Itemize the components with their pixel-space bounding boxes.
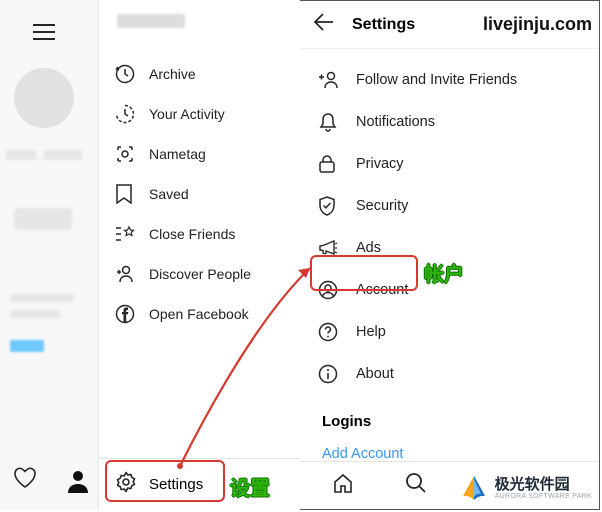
shield-icon bbox=[318, 196, 344, 216]
blurred-text bbox=[10, 294, 74, 302]
heart-icon[interactable] bbox=[12, 465, 38, 494]
settings-item-about[interactable]: About bbox=[300, 353, 599, 395]
menu-label: Close Friends bbox=[149, 226, 235, 242]
menu-label: Open Facebook bbox=[149, 306, 249, 322]
archive-icon bbox=[115, 64, 141, 84]
activity-icon bbox=[115, 104, 141, 124]
settings-label: About bbox=[356, 366, 394, 382]
settings-item-privacy[interactable]: Privacy bbox=[300, 143, 599, 185]
logo-text-en: AURORA SOFTWARE PARK bbox=[495, 493, 592, 500]
left-screenshot: Archive Your Activity Nametag Saved bbox=[0, 0, 300, 510]
menu-item-activity[interactable]: Your Activity bbox=[99, 94, 300, 134]
menu-list: Archive Your Activity Nametag Saved bbox=[99, 48, 300, 340]
home-icon[interactable] bbox=[332, 472, 354, 499]
menu-item-nametag[interactable]: Nametag bbox=[99, 134, 300, 174]
blurred-stat bbox=[44, 150, 82, 160]
blurred-stat bbox=[6, 150, 36, 160]
menu-item-discover[interactable]: Discover People bbox=[99, 254, 300, 294]
hamburger-icon[interactable] bbox=[33, 24, 55, 45]
settings-title: Settings bbox=[352, 16, 415, 34]
settings-label: Privacy bbox=[356, 156, 404, 172]
settings-label: Security bbox=[356, 198, 408, 214]
logo-text-cn: 极光软件园 bbox=[495, 477, 592, 493]
close-friends-icon bbox=[115, 224, 141, 244]
settings-item-invite[interactable]: Follow and Invite Friends bbox=[300, 59, 599, 101]
discover-icon bbox=[115, 264, 141, 284]
megaphone-icon bbox=[318, 239, 344, 257]
settings-label: Account bbox=[356, 282, 408, 298]
menu-item-archive[interactable]: Archive bbox=[99, 54, 300, 94]
menu-label: Archive bbox=[149, 66, 196, 82]
lock-icon bbox=[318, 154, 344, 174]
settings-label: Ads bbox=[356, 240, 381, 256]
avatar[interactable] bbox=[14, 68, 74, 128]
search-icon[interactable] bbox=[405, 472, 427, 499]
watermark-text: livejinju.com bbox=[483, 14, 592, 35]
site-logo-watermark: 极光软件园 AURORA SOFTWARE PARK bbox=[455, 472, 596, 506]
menu-item-facebook[interactable]: Open Facebook bbox=[99, 294, 300, 334]
username-blurred bbox=[117, 14, 185, 28]
settings-label: Help bbox=[356, 324, 386, 340]
hamburger-menu-panel: Archive Your Activity Nametag Saved bbox=[98, 0, 300, 510]
invite-icon bbox=[318, 70, 344, 90]
nametag-icon bbox=[115, 144, 141, 164]
right-screenshot: Settings Follow and Invite Friends Notif… bbox=[300, 0, 600, 510]
blurred-text bbox=[10, 310, 60, 318]
menu-header bbox=[99, 0, 300, 48]
blurred-button bbox=[14, 208, 72, 230]
menu-label: Nametag bbox=[149, 146, 206, 162]
info-icon bbox=[318, 364, 344, 384]
facebook-icon bbox=[115, 304, 141, 324]
settings-label: Settings bbox=[149, 476, 203, 493]
settings-item-notifications[interactable]: Notifications bbox=[300, 101, 599, 143]
annotation-label-account: 帐户 bbox=[424, 258, 464, 287]
menu-label: Discover People bbox=[149, 266, 251, 282]
profile-nav-icon[interactable] bbox=[67, 469, 89, 498]
blurred-link bbox=[10, 340, 44, 352]
help-icon bbox=[318, 322, 344, 342]
bell-icon bbox=[318, 112, 344, 132]
annotation-label-settings: 设置 bbox=[230, 472, 270, 501]
saved-icon bbox=[115, 184, 141, 204]
gear-icon bbox=[115, 471, 141, 498]
settings-item-help[interactable]: Help bbox=[300, 311, 599, 353]
menu-item-close-friends[interactable]: Close Friends bbox=[99, 214, 300, 254]
account-icon bbox=[318, 280, 344, 300]
settings-label: Notifications bbox=[356, 114, 435, 130]
menu-label: Your Activity bbox=[149, 106, 225, 122]
back-icon[interactable] bbox=[314, 13, 338, 36]
logins-header: Logins bbox=[300, 395, 599, 436]
menu-item-saved[interactable]: Saved bbox=[99, 174, 300, 214]
settings-item-security[interactable]: Security bbox=[300, 185, 599, 227]
menu-label: Saved bbox=[149, 186, 189, 202]
logo-icon bbox=[459, 474, 489, 504]
settings-label: Follow and Invite Friends bbox=[356, 72, 517, 88]
